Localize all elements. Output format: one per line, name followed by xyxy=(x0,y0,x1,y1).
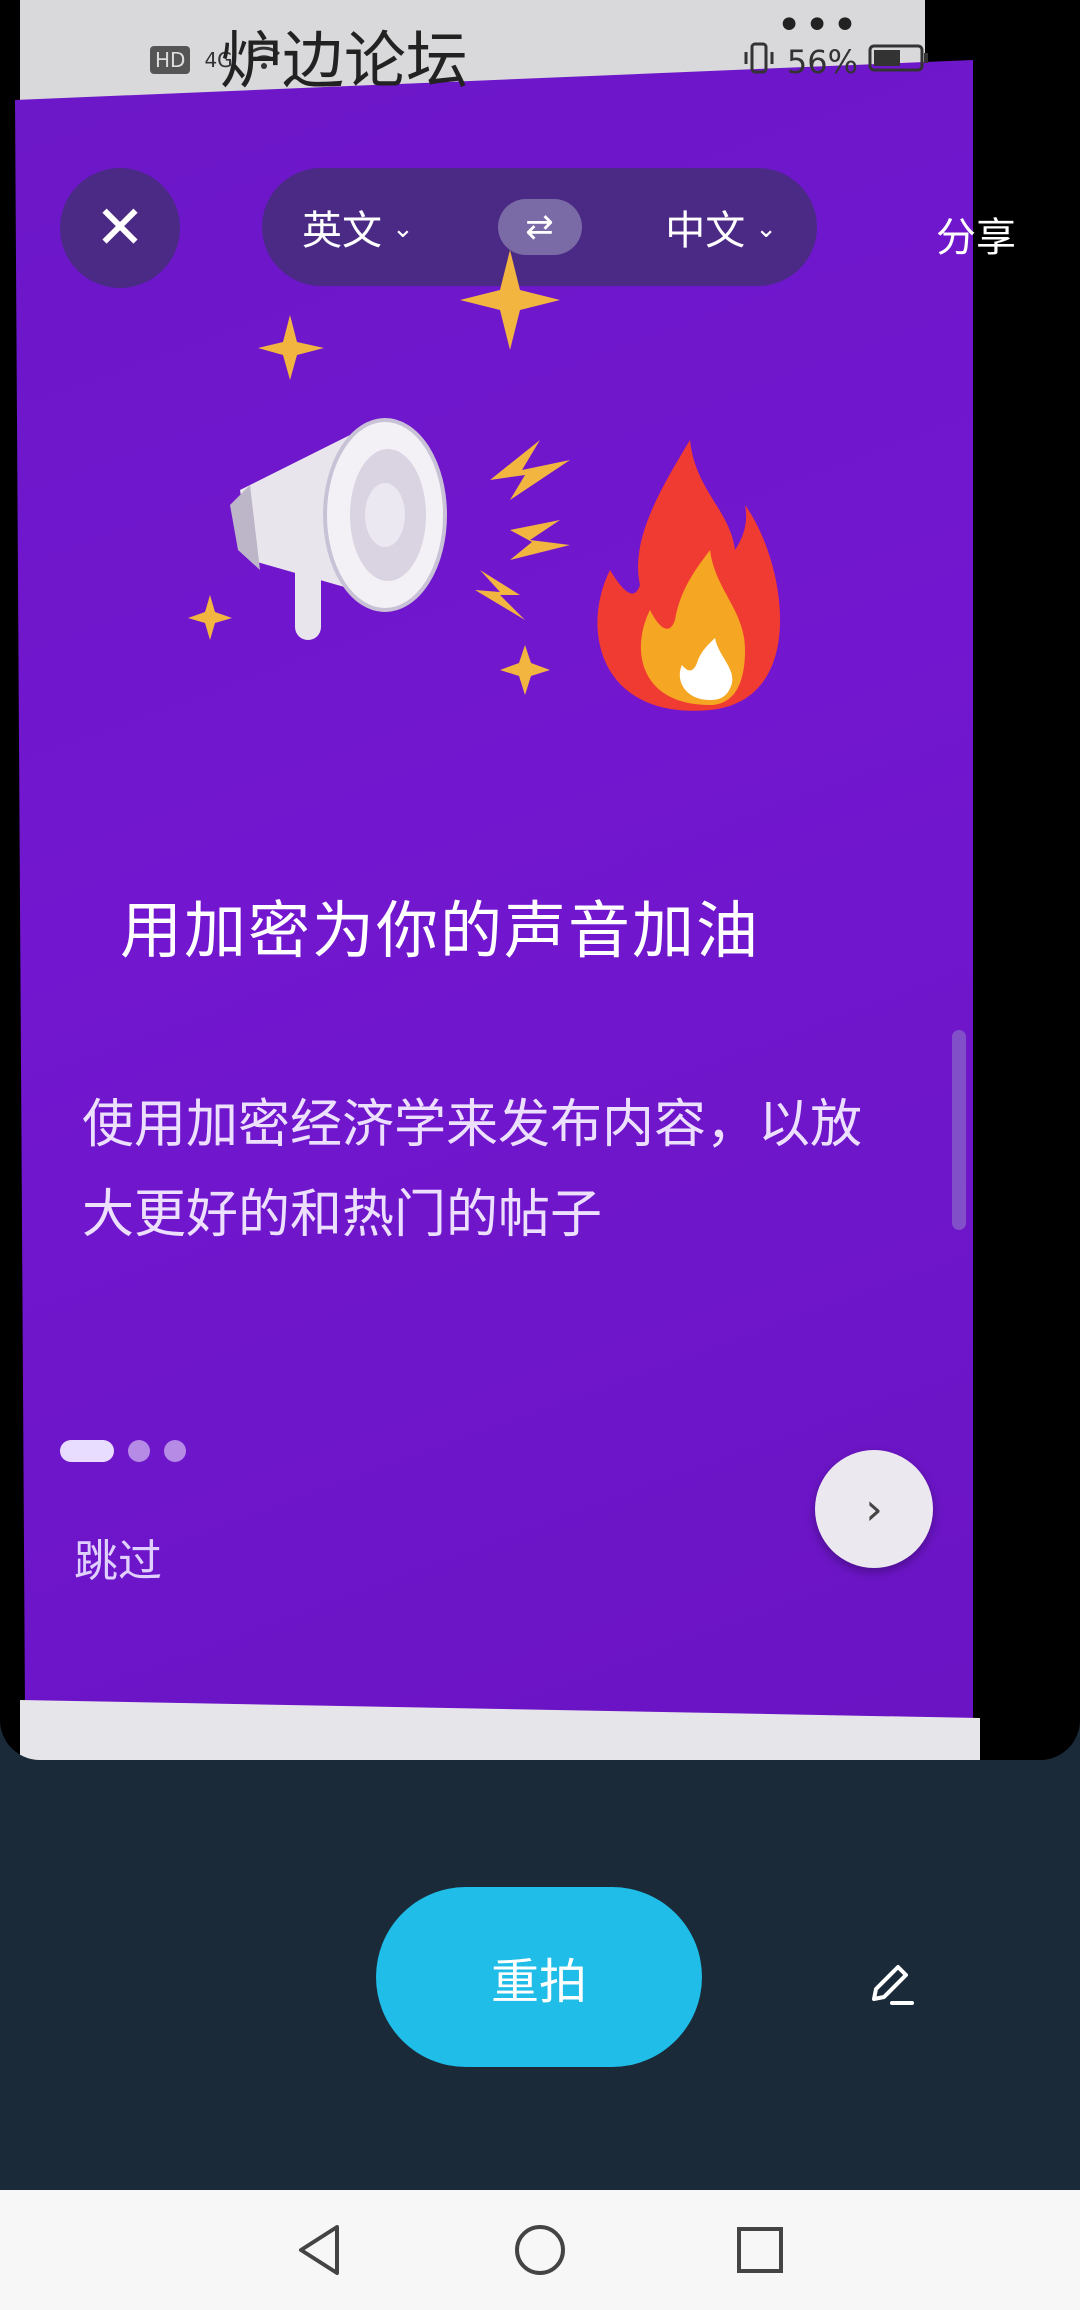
onboarding-description: 使用加密经济学来发布内容，以放大更好的和热门的帖子 xyxy=(82,1095,863,1245)
camera-photo-area: HD 4G 56% 炉边论坛 ••• ✕ 英文 ⌄ ⇄ 中文 ⌄ 分享 用加密为… xyxy=(0,0,1080,1760)
page-dot-active xyxy=(60,1440,114,1462)
page-dot xyxy=(164,1440,186,1462)
recents-square-icon xyxy=(737,2227,783,2273)
chevron-right-icon: › xyxy=(865,1483,883,1535)
chevron-down-icon: ⌄ xyxy=(755,214,777,244)
close-icon: ✕ xyxy=(94,193,146,263)
edit-button[interactable] xyxy=(850,1945,930,2025)
recents-nav-button[interactable] xyxy=(730,2220,790,2280)
retake-label: 重拍 xyxy=(490,1954,587,2010)
home-circle-icon xyxy=(515,2225,565,2275)
target-language-label: 中文 xyxy=(665,208,746,254)
back-triangle-icon xyxy=(299,2225,339,2275)
target-language-dropdown[interactable]: 中文 ⌄ xyxy=(665,198,777,256)
chevron-down-icon: ⌄ xyxy=(392,214,414,244)
source-language-label: 英文 xyxy=(302,208,382,254)
pencil-icon xyxy=(872,1965,914,2005)
share-button[interactable]: 分享 xyxy=(936,205,1016,263)
retake-button[interactable]: 重拍 xyxy=(376,1887,702,2067)
megaphone-fire-illustration xyxy=(188,250,781,711)
onboarding-headline: 用加密为你的声音加油 xyxy=(120,894,761,967)
page-dot xyxy=(128,1440,150,1462)
watermark-title: 炉边论坛 xyxy=(220,24,469,97)
home-nav-button[interactable] xyxy=(510,2220,570,2280)
scrollbar xyxy=(952,1030,966,1230)
more-menu-icon[interactable]: ••• xyxy=(776,0,860,51)
vibrate-icon xyxy=(741,40,777,84)
next-button[interactable]: › xyxy=(815,1450,933,1568)
back-nav-button[interactable] xyxy=(290,2220,350,2280)
battery-icon xyxy=(868,42,930,82)
source-language-dropdown[interactable]: 英文 ⌄ xyxy=(302,198,414,256)
skip-button[interactable]: 跳过 xyxy=(74,1525,162,1589)
page-indicator xyxy=(60,1440,186,1462)
close-button[interactable]: ✕ xyxy=(60,168,180,288)
swap-icon: ⇄ xyxy=(525,207,554,247)
swap-languages-button[interactable]: ⇄ xyxy=(497,199,582,255)
system-navigation-bar xyxy=(0,2190,1080,2310)
hd-icon: HD xyxy=(150,46,191,74)
